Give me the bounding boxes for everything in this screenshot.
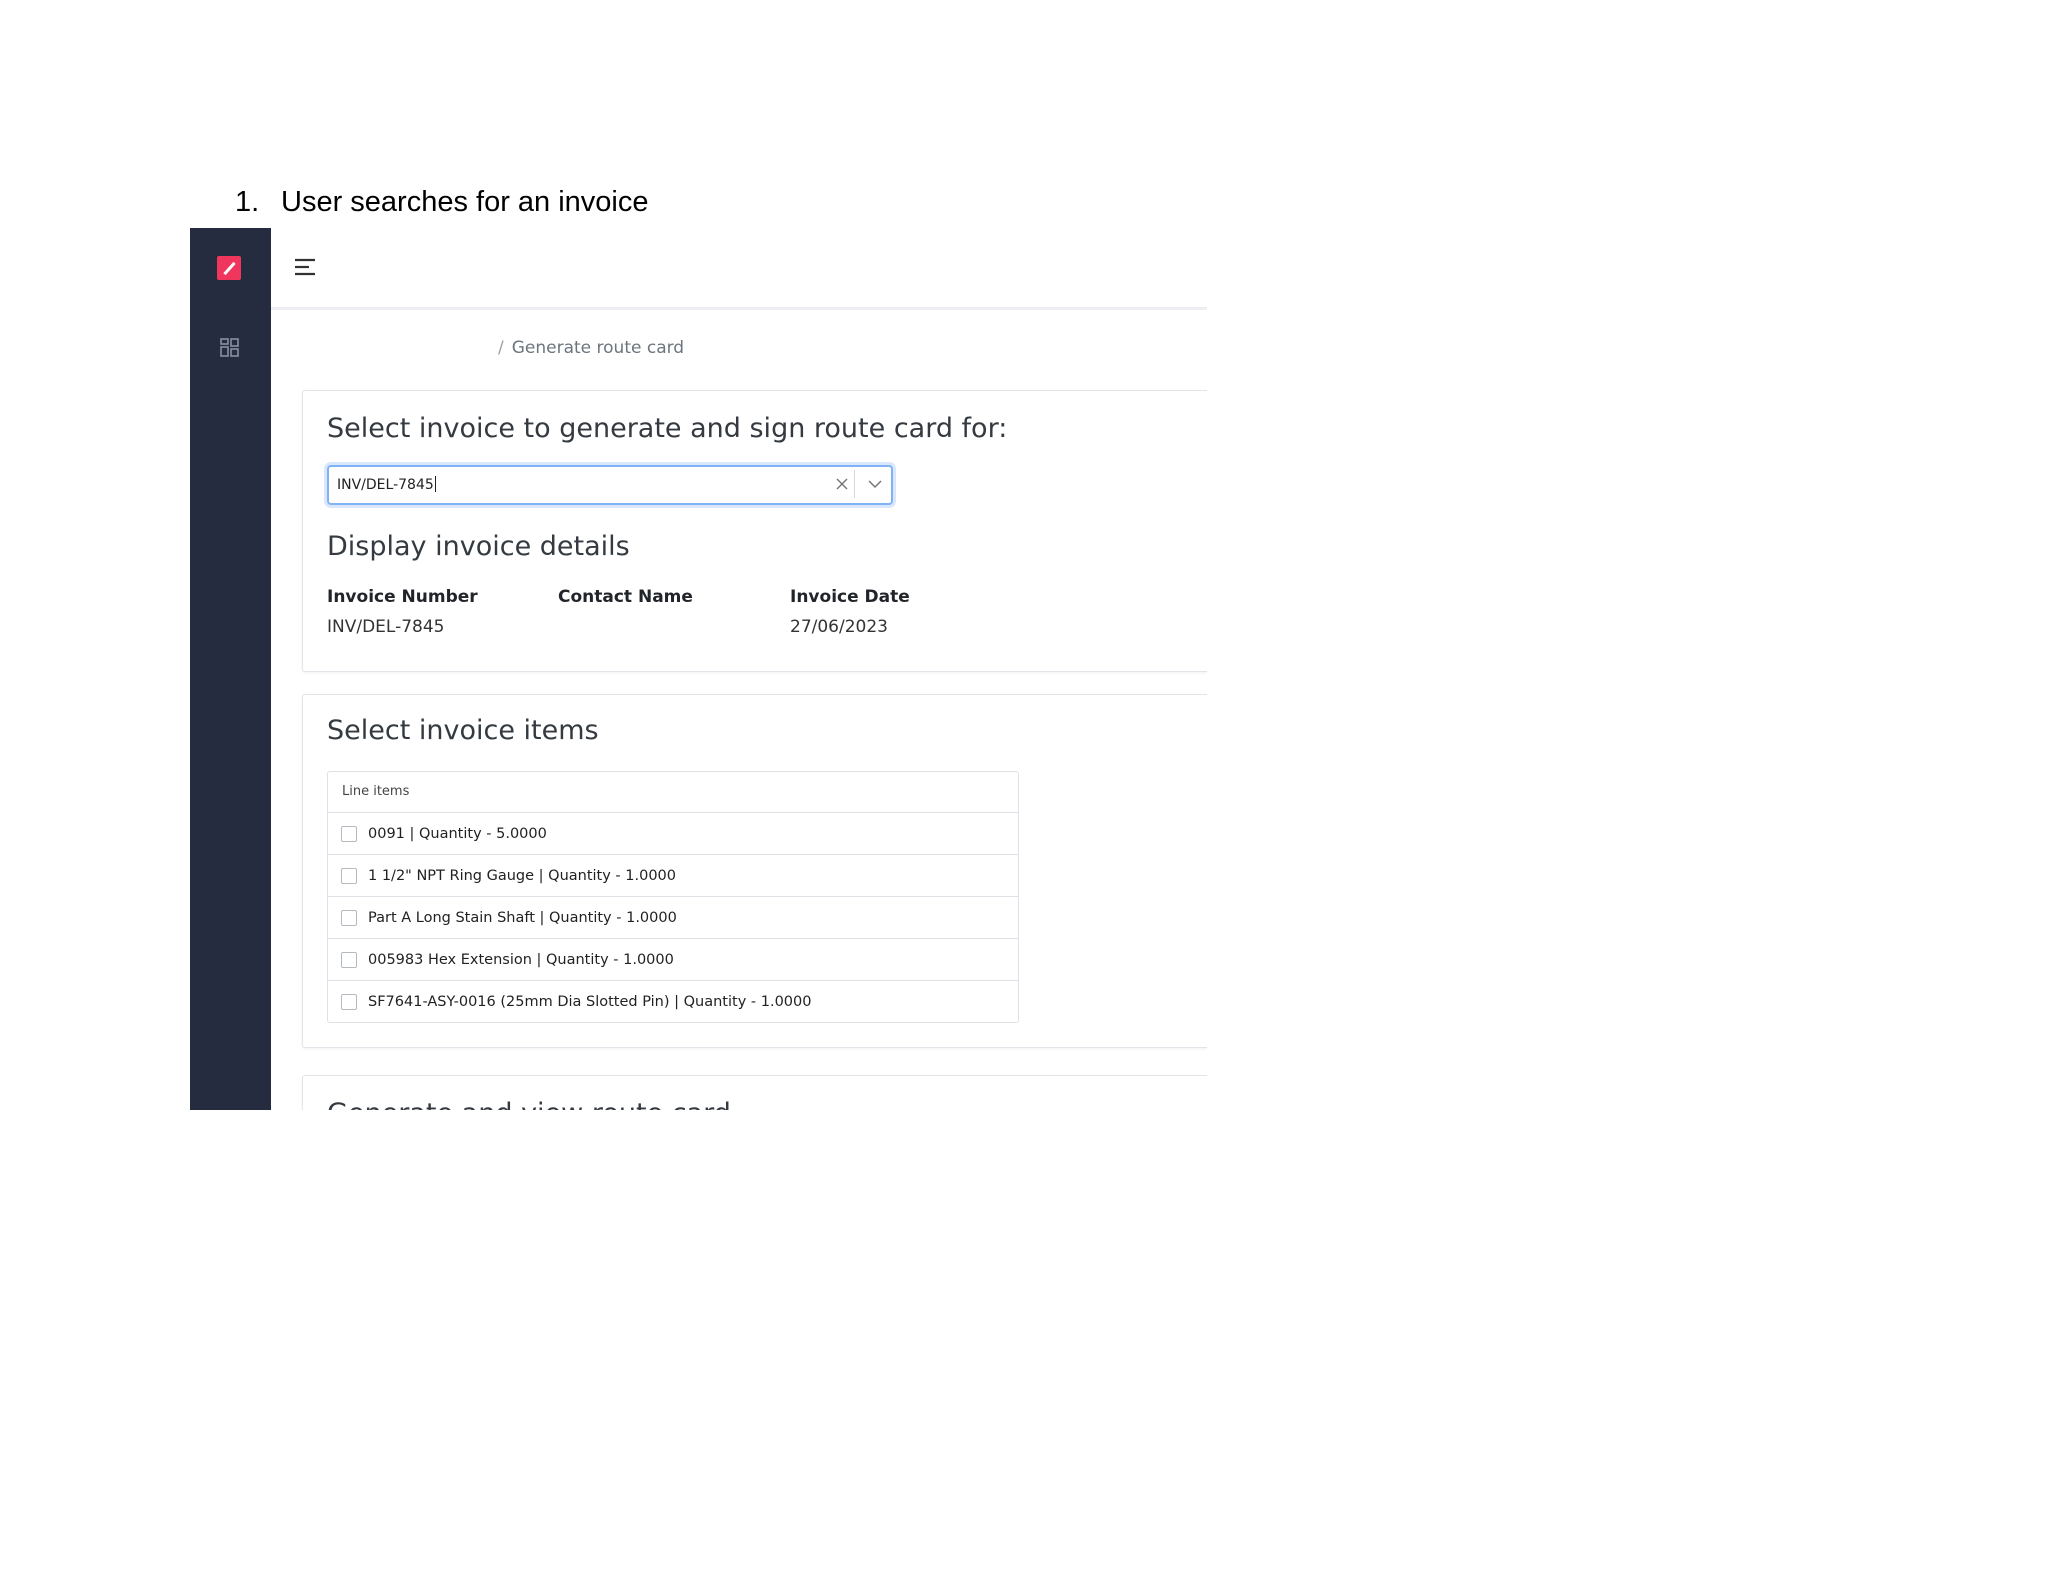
invoice-number-value: INV/DEL-7845: [327, 617, 445, 637]
item-checkbox[interactable]: [341, 951, 357, 968]
list-item[interactable]: 0091 | Quantity - 5.0000: [328, 813, 1018, 855]
list-item[interactable]: SF7641-ASY-0016 (25mm Dia Slotted Pin) |…: [328, 981, 1018, 1022]
contact-name-label: Contact Name: [558, 587, 693, 607]
line-items-header: Line items: [328, 772, 1018, 813]
step-number: 1.: [235, 186, 260, 218]
contact-name-value: [558, 617, 693, 637]
step-text: User searches for an invoice: [281, 186, 649, 218]
invoice-date-label: Invoice Date: [790, 587, 910, 607]
item-checkbox[interactable]: [341, 825, 357, 842]
invoice-number-column: Invoice Number INV/DEL-7845: [327, 587, 478, 637]
line-items-list: Line items 0091 | Quantity - 5.0000 1 1/…: [327, 771, 1019, 1023]
sidebar: [190, 228, 271, 1110]
item-checkbox[interactable]: [341, 909, 357, 926]
breadcrumb-current: Generate route card: [511, 338, 685, 358]
list-item-label: SF7641-ASY-0016 (25mm Dia Slotted Pin) |…: [368, 993, 812, 1010]
top-navbar: [271, 228, 1207, 310]
route-card-card: Generate and view route card: [302, 1075, 1207, 1110]
list-item-label: 005983 Hex Extension | Quantity - 1.0000: [368, 951, 674, 968]
item-checkbox[interactable]: [341, 867, 357, 884]
list-item-label: 1 1/2" NPT Ring Gauge | Quantity - 1.000…: [368, 867, 676, 884]
dashboard-icon[interactable]: [220, 338, 239, 357]
item-checkbox[interactable]: [341, 993, 357, 1010]
step-caption: 1. User searches for an invoice: [235, 186, 649, 219]
hamburger-menu-icon[interactable]: [293, 256, 317, 278]
breadcrumb: / Generate route card: [498, 338, 684, 358]
contact-name-column: Contact Name: [558, 587, 693, 637]
breadcrumb-separator: /: [498, 338, 504, 358]
invoice-number-label: Invoice Number: [327, 587, 478, 607]
invoice-details-title: Display invoice details: [327, 531, 630, 562]
list-item-label: Part A Long Stain Shaft | Quantity - 1.0…: [368, 909, 677, 926]
invoice-date-column: Invoice Date 27/06/2023: [790, 587, 910, 637]
list-item[interactable]: 005983 Hex Extension | Quantity - 1.0000: [328, 939, 1018, 981]
chevron-down-icon[interactable]: [865, 475, 885, 493]
list-item[interactable]: Part A Long Stain Shaft | Quantity - 1.0…: [328, 897, 1018, 939]
app-screenshot: / Generate route card Select invoice to g…: [190, 228, 1207, 1110]
invoice-search-select[interactable]: INV/DEL-7845: [327, 465, 893, 505]
invoice-search-input[interactable]: INV/DEL-7845: [337, 476, 436, 493]
select-divider: [854, 470, 855, 498]
invoice-select-title: Select invoice to generate and sign rout…: [327, 413, 1008, 444]
route-card-title: Generate and view route card: [327, 1098, 731, 1110]
invoice-select-card: Select invoice to generate and sign rout…: [302, 390, 1207, 672]
close-icon[interactable]: [833, 475, 851, 493]
list-item-label: 0091 | Quantity - 5.0000: [368, 825, 547, 842]
brand-logo-icon[interactable]: [217, 256, 241, 280]
invoice-items-title: Select invoice items: [327, 715, 599, 746]
list-item[interactable]: 1 1/2" NPT Ring Gauge | Quantity - 1.000…: [328, 855, 1018, 897]
invoice-date-value: 27/06/2023: [790, 617, 888, 637]
invoice-items-card: Select invoice items Line items 0091 | Q…: [302, 694, 1207, 1048]
